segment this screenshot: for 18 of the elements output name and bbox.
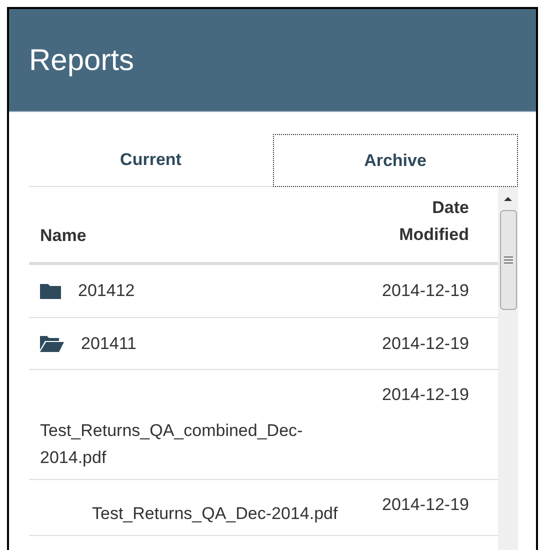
date-cell-text: 2014-12-19 bbox=[381, 384, 469, 406]
date-cell-text: 2014-12-19 bbox=[381, 494, 469, 516]
file-name[interactable]: Test_Returns_QA_Dec-2014.pdf bbox=[40, 500, 349, 527]
date-cell-text: 2014-12-19 bbox=[381, 280, 469, 302]
file-name[interactable]: Test_Returns_QA_combined_Dec-2014.pdf bbox=[40, 390, 349, 471]
scroll-up-icon[interactable] bbox=[503, 196, 513, 202]
tab[interactable]: Archive bbox=[272, 134, 518, 187]
grip-icon bbox=[504, 256, 512, 264]
column-header[interactable]: Name bbox=[40, 222, 379, 248]
column-header[interactable]: Date Modified bbox=[379, 194, 469, 248]
folder-name[interactable]: 201411 bbox=[81, 330, 136, 356]
scrollbar[interactable] bbox=[498, 187, 518, 550]
folder-name[interactable]: 201412 bbox=[78, 278, 135, 304]
folder-icon bbox=[40, 282, 61, 300]
panel-title: Reports bbox=[29, 42, 134, 78]
open-folder-icon bbox=[40, 334, 64, 352]
scrollbar-thumb[interactable] bbox=[500, 210, 516, 310]
date-cell-text: 2014-12-19 bbox=[381, 332, 469, 354]
